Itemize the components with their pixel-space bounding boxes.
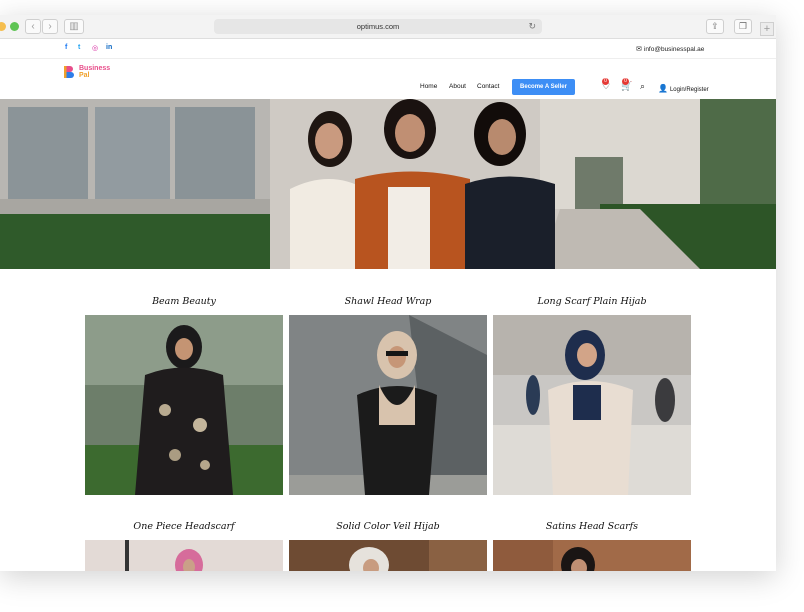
envelope-icon: ✉ <box>636 46 642 53</box>
share-button[interactable]: ⇪ <box>706 19 724 34</box>
user-icon: 👤 <box>658 84 668 93</box>
logo-line-2: Pal <box>79 72 90 79</box>
instagram-icon[interactable]: ◎ <box>92 44 98 52</box>
nav-contact[interactable]: Contact <box>477 83 499 90</box>
forward-button[interactable]: › <box>42 19 58 34</box>
product-title[interactable]: One Piece Headscarf <box>85 521 283 532</box>
product-image[interactable] <box>289 540 487 571</box>
product-title[interactable]: Shawl Head Wrap <box>289 296 487 307</box>
site-logo[interactable]: Business Pal <box>63 65 123 83</box>
minimize-button[interactable] <box>0 22 6 31</box>
back-button[interactable]: ‹ <box>25 19 41 34</box>
share-icon: ⇪ <box>711 21 719 31</box>
top-info-bar: f t ◎ in ✉ info@businesspal.ae <box>0 39 776 59</box>
nav-about[interactable]: About <box>449 83 466 90</box>
logo-wordmark: Business Pal <box>79 65 110 79</box>
logo-mark-icon <box>64 66 74 78</box>
product-title[interactable]: Beam Beauty <box>85 296 283 307</box>
twitter-icon[interactable]: t <box>78 44 80 51</box>
browser-toolbar: ‹ › ▥ optimus.com ↻ ⇪ ❐ + <box>0 15 776 39</box>
product-image[interactable] <box>85 315 283 495</box>
site-header: Business Pal Home About Contact Become A… <box>0 59 776 99</box>
login-register-link[interactable]: 👤 Login/Register <box>658 84 709 93</box>
hero-image <box>0 99 776 269</box>
product-title[interactable]: Long Scarf Plain Hijab <box>493 296 691 307</box>
search-icon[interactable]: ⌕ <box>640 81 645 92</box>
url-text: optimus.com <box>356 22 400 31</box>
product-title[interactable]: Satins Head Scarfs <box>493 521 691 532</box>
zoom-button[interactable] <box>10 22 19 31</box>
product-title[interactable]: Solid Color Veil Hijab <box>289 521 487 532</box>
browser-window: ‹ › ▥ optimus.com ↻ ⇪ ❐ + f t ◎ in ✉ info… <box>0 15 776 571</box>
chevron-left-icon: ‹ <box>31 21 35 32</box>
sidebar-button[interactable]: ▥ <box>64 19 84 34</box>
tabs-icon: ❐ <box>738 21 748 31</box>
wishlist-count-badge: 0 <box>602 78 609 85</box>
product-image[interactable] <box>85 540 283 571</box>
contact-email[interactable]: ✉ info@businesspal.ae <box>636 45 704 53</box>
chevron-right-icon: › <box>48 21 52 32</box>
nav-home[interactable]: Home <box>420 83 437 90</box>
linkedin-icon[interactable]: in <box>106 44 112 51</box>
facebook-icon[interactable]: f <box>65 44 67 51</box>
login-text: Login/Register <box>669 87 709 93</box>
email-text: info@businesspal.ae <box>643 46 705 53</box>
become-seller-button[interactable]: Become A Seller <box>512 79 575 95</box>
product-image[interactable] <box>493 540 691 571</box>
product-image[interactable] <box>493 315 691 495</box>
reload-icon[interactable]: ↻ <box>528 19 536 34</box>
cart-count-badge: 0 <box>622 78 629 85</box>
logo-line-1: Business <box>79 65 111 72</box>
sidebar-icon: ▥ <box>69 21 79 32</box>
plus-icon: + <box>763 23 771 35</box>
address-bar[interactable]: optimus.com ↻ <box>214 19 542 34</box>
product-image[interactable] <box>289 315 487 495</box>
new-tab-button[interactable]: + <box>760 22 774 36</box>
hero-banner <box>0 99 776 269</box>
tabs-button[interactable]: ❐ <box>734 19 752 34</box>
